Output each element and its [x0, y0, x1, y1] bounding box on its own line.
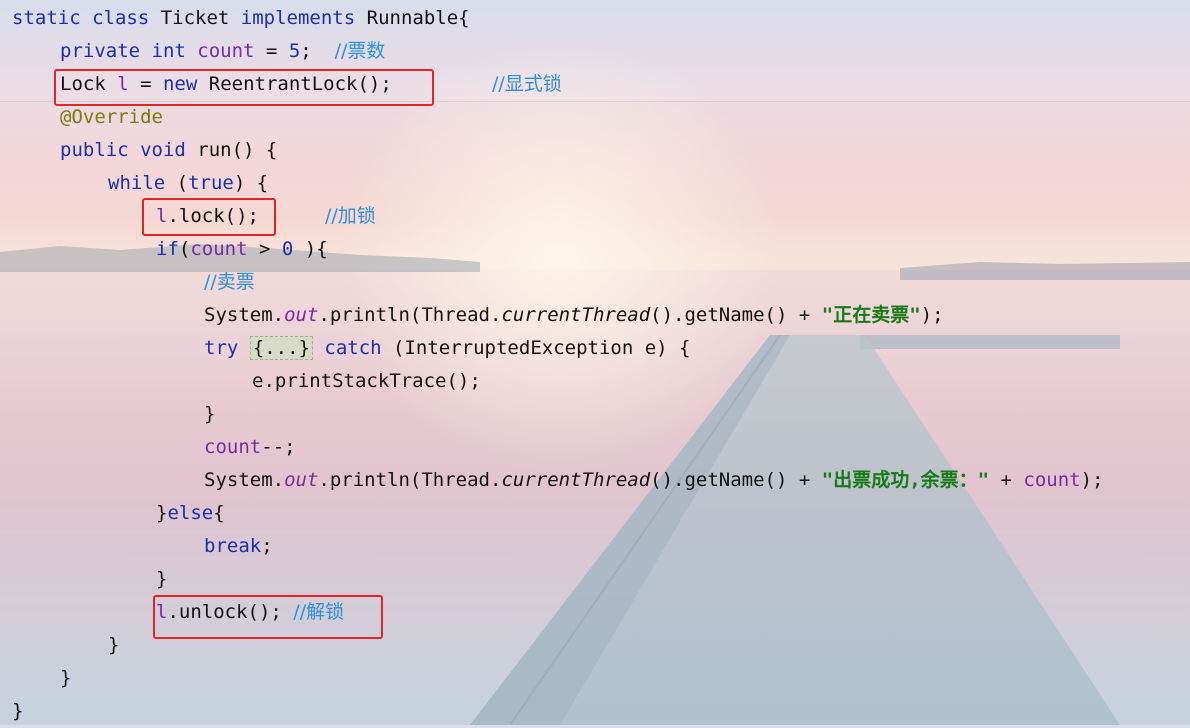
code-line-5: public void run() {	[60, 139, 278, 161]
code-editor[interactable]: static class Ticket implements Runnable{…	[0, 0, 1190, 725]
comment-explicit-lock: //显式锁	[492, 73, 562, 95]
code-line-11: try {...} catch (InterruptedException e)…	[204, 336, 691, 360]
highlight-box-unlock	[153, 595, 383, 639]
code-line-16: }else{	[156, 502, 225, 524]
highlight-box-lock	[142, 198, 276, 236]
code-line-10: System.out.println(Thread.currentThread(…	[204, 304, 944, 326]
code-line-12: e.printStackTrace();	[252, 370, 481, 392]
code-line-9: //卖票	[204, 271, 255, 293]
code-line-20: }	[108, 634, 120, 656]
code-line-14: count--;	[204, 436, 296, 458]
code-line-21: }	[60, 667, 72, 689]
code-line-6: while (true) {	[108, 172, 269, 194]
code-line-15: System.out.println(Thread.currentThread(…	[204, 469, 1104, 491]
code-line-18: }	[156, 568, 168, 590]
highlight-box-explicit-lock	[54, 69, 434, 106]
code-line-8: if(count > 0 ){	[156, 238, 328, 260]
code-line-13: }	[204, 403, 216, 425]
code-line-2: private int count = 5; //票数	[60, 40, 386, 62]
code-line-1: static class Ticket implements Runnable{	[12, 7, 470, 29]
code-line-22: }	[12, 700, 24, 722]
comment-lock: //加锁	[325, 205, 376, 227]
code-line-17: break;	[204, 535, 273, 557]
folded-block[interactable]: {...}	[249, 336, 313, 360]
